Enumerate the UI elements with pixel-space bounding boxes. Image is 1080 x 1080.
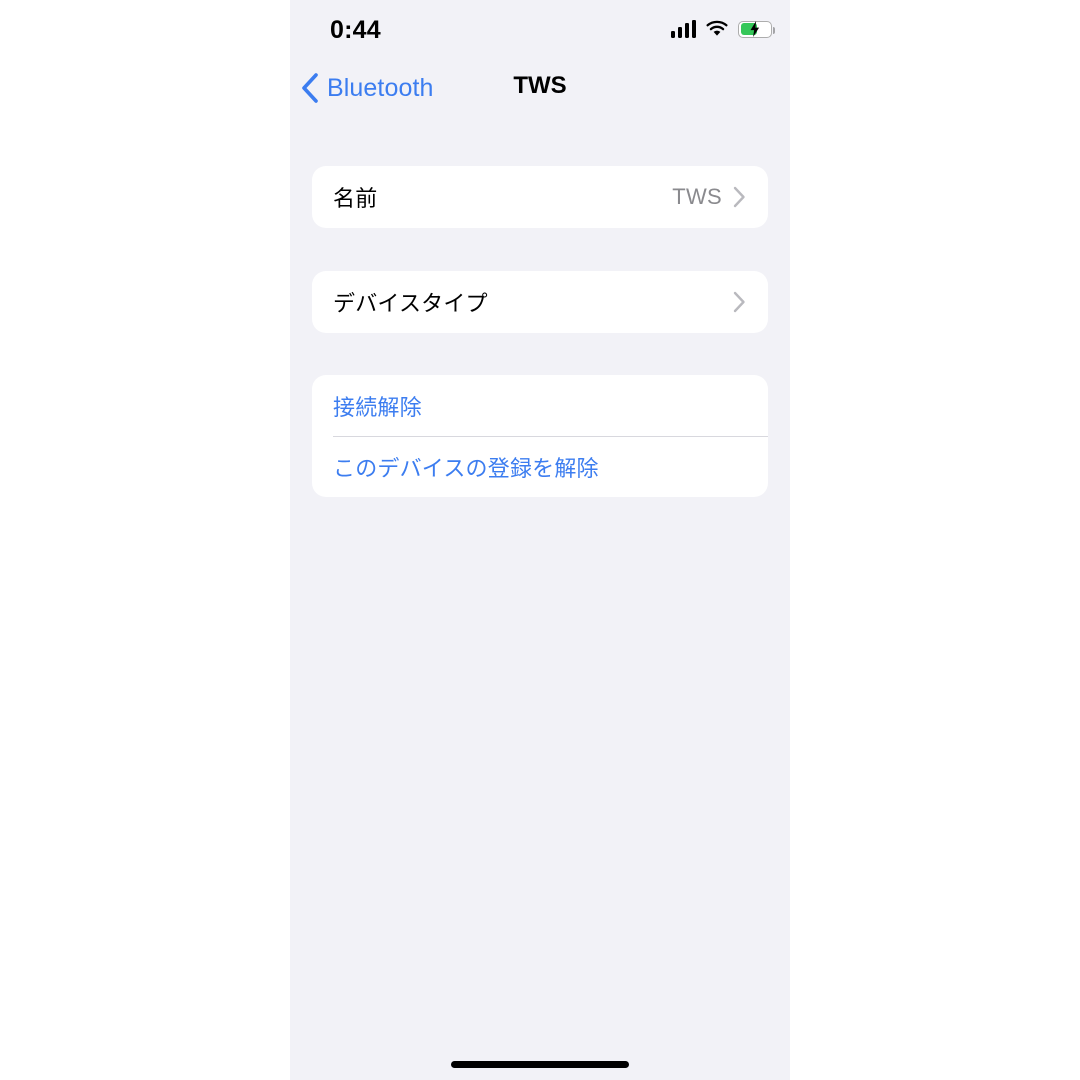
status-bar-icons <box>670 16 776 42</box>
row-disconnect[interactable]: 接続解除 <box>312 375 768 436</box>
status-bar-time: 0:44 <box>330 16 381 44</box>
home-indicator-bar[interactable] <box>451 1061 629 1068</box>
row-forget-device-label: このデバイスの登録を解除 <box>333 455 599 481</box>
battery-charging-icon <box>738 20 776 38</box>
navigation-bar: Bluetooth TWS <box>290 60 790 116</box>
chevron-left-icon <box>302 73 318 103</box>
row-forget-device[interactable]: このデバイスの登録を解除 <box>312 436 768 497</box>
row-disconnect-label: 接続解除 <box>333 394 422 420</box>
wifi-icon <box>706 20 728 36</box>
row-device-name-label: 名前 <box>333 185 378 211</box>
settings-group-actions: 接続解除 このデバイスの登録を解除 <box>312 375 768 497</box>
back-button[interactable]: Bluetooth <box>300 70 434 106</box>
phone-screen: 0:44 Bluetooth TWS 名前 TWS デバイスタイプ 接続解除 こ… <box>290 0 790 1080</box>
battery-cap <box>772 26 776 34</box>
row-device-name[interactable]: 名前 TWS <box>312 166 768 227</box>
row-device-type[interactable]: デバイスタイプ <box>312 271 768 332</box>
settings-group-device-type: デバイスタイプ <box>312 271 768 333</box>
signal-bars-icon <box>670 20 696 38</box>
screenshot-canvas: 0:44 Bluetooth TWS 名前 TWS デバイスタイプ 接続解除 こ… <box>0 0 1080 1080</box>
row-device-type-label: デバイスタイプ <box>333 290 488 316</box>
row-device-name-value: TWS <box>672 183 722 209</box>
settings-group-name: 名前 TWS <box>312 166 768 228</box>
status-bar: 0:44 <box>290 0 790 58</box>
chevron-right-icon <box>733 291 745 312</box>
back-button-label: Bluetooth <box>327 73 434 102</box>
chevron-right-icon <box>733 186 745 207</box>
charging-bolt-icon <box>750 21 760 37</box>
